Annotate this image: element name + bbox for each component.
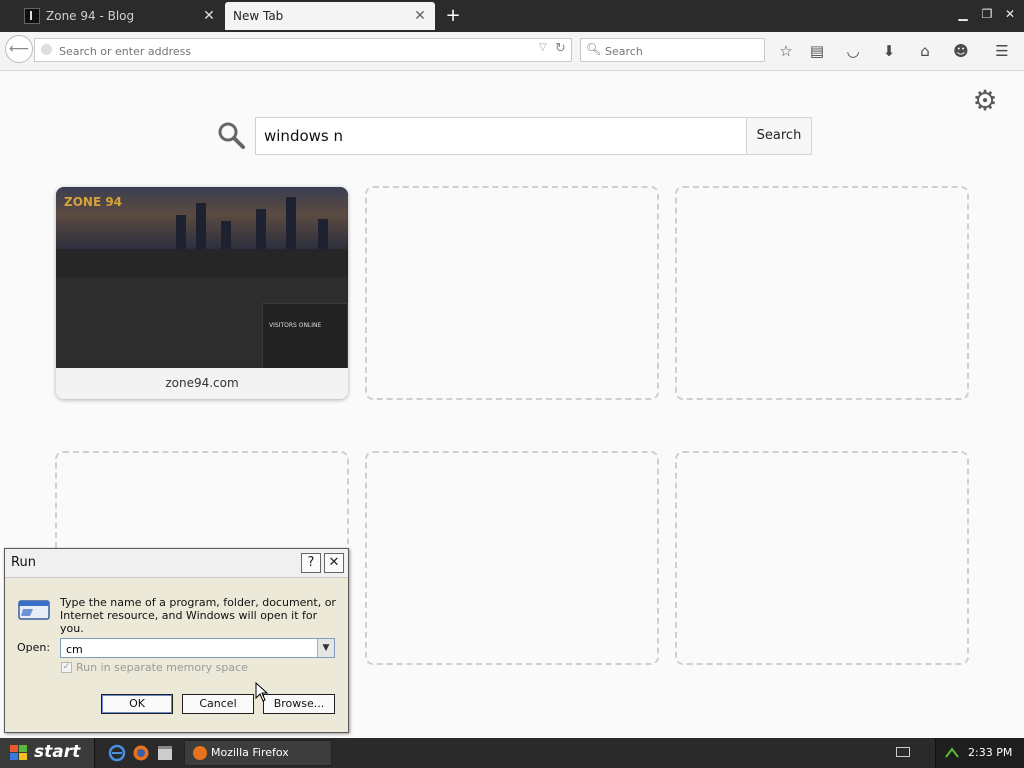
close-tab-icon[interactable]: ✕ xyxy=(202,9,216,23)
thumbnail-side-panel: VISITORS ONLINE xyxy=(262,303,348,369)
open-input[interactable] xyxy=(64,640,316,658)
hello-chat-icon[interactable]: ☻ xyxy=(950,40,972,62)
media-quicklaunch-icon[interactable] xyxy=(156,744,174,762)
newtab-search-button[interactable]: Search xyxy=(746,117,812,155)
nav-toolbar: ⟵ ▽ ↻ 🔍︎ ☆ ▤ ◡ ⬇ ⌂ ☻ ☰ xyxy=(0,32,1024,71)
downloads-icon[interactable]: ⬇ xyxy=(878,40,900,62)
window-close-icon[interactable]: ✕ xyxy=(1000,5,1020,23)
chevron-down-icon[interactable]: ▼ xyxy=(317,639,334,657)
windows-flag-icon xyxy=(10,745,27,760)
run-dialog: Run ? ✕ Type the name of a program, fold… xyxy=(4,548,349,733)
firefox-icon xyxy=(193,746,207,760)
tab-label: Zone 94 - Blog xyxy=(46,9,135,23)
thumbnail-menu-bar xyxy=(56,249,348,277)
start-label: start xyxy=(34,742,81,762)
browse-button[interactable]: Browse... xyxy=(263,694,335,714)
ie-quicklaunch-icon[interactable] xyxy=(108,744,126,762)
separate-memory-label: Run in separate memory space xyxy=(76,661,248,674)
menu-hamburger-icon[interactable]: ☰ xyxy=(991,40,1013,62)
bookmarks-menu-icon[interactable]: ▤ xyxy=(806,40,828,62)
browser-search-input[interactable] xyxy=(603,41,757,61)
address-input[interactable] xyxy=(57,41,531,61)
mouse-cursor-icon xyxy=(255,682,269,702)
newtab-search-input[interactable] xyxy=(256,118,736,154)
tab-new-tab[interactable]: New Tab ✕ xyxy=(225,2,435,30)
minimize-icon[interactable]: ▁ xyxy=(953,5,973,23)
taskbar: start Mozilla Firefox 2:33 PM xyxy=(0,738,1024,768)
help-button[interactable]: ? xyxy=(301,553,321,573)
top-site-empty-slot xyxy=(365,451,659,665)
keyboard-icon[interactable] xyxy=(896,747,910,757)
taskbar-item-firefox[interactable]: Mozilla Firefox xyxy=(184,740,332,766)
thumbnail-panel-heading: VISITORS ONLINE xyxy=(269,322,322,329)
newtab-search-icon xyxy=(218,122,245,149)
home-icon[interactable]: ⌂ xyxy=(914,40,936,62)
top-site-empty-slot xyxy=(675,186,969,400)
top-site-empty-slot xyxy=(675,451,969,665)
tab-zone94-blog[interactable]: Zone 94 - Blog ✕ xyxy=(16,2,224,30)
ok-button[interactable]: OK xyxy=(101,694,173,714)
system-tray: 2:33 PM xyxy=(935,738,1024,768)
tab-strip: Zone 94 - Blog ✕ New Tab ✕ + ▁ ❐ ✕ xyxy=(0,0,1024,32)
separate-memory-checkbox: ✓ xyxy=(61,662,72,673)
firefox-quicklaunch-icon[interactable] xyxy=(132,744,150,762)
tab-label: New Tab xyxy=(233,9,284,23)
pocket-icon[interactable]: ◡ xyxy=(842,40,864,62)
run-program-icon xyxy=(18,600,50,620)
zone94-favicon-icon xyxy=(24,8,40,24)
newtab-search-field[interactable] xyxy=(255,117,747,155)
run-dialog-title: Run xyxy=(11,555,36,570)
site-thumbnail: ZONE 94 VISITORS ONLINE xyxy=(56,187,348,369)
browser-search-bar[interactable]: 🔍︎ xyxy=(580,38,765,62)
back-arrow-icon[interactable]: ⟵ xyxy=(5,35,33,63)
new-tab-plus-icon[interactable]: + xyxy=(443,4,463,28)
history-dropdown-icon[interactable]: ▽ xyxy=(539,42,547,53)
newtab-settings-gear-icon[interactable]: ⚙ xyxy=(970,86,1000,116)
tile-caption: zone94.com xyxy=(56,368,348,399)
site-identity-icon[interactable] xyxy=(41,44,52,55)
search-icon: 🔍︎ xyxy=(586,42,602,56)
reload-icon[interactable]: ↻ xyxy=(555,41,566,56)
taskbar-item-label: Mozilla Firefox xyxy=(211,746,289,759)
address-bar[interactable]: ▽ ↻ xyxy=(34,38,572,62)
thumbnail-logo: ZONE 94 xyxy=(64,195,123,209)
run-dialog-titlebar[interactable]: Run ? ✕ xyxy=(5,549,348,578)
open-label: Open: xyxy=(17,641,51,654)
run-description: Type the name of a program, folder, docu… xyxy=(60,596,336,635)
network-tray-icon[interactable] xyxy=(944,745,960,761)
thumbnail-banner: ZONE 94 xyxy=(56,187,348,249)
run-close-button[interactable]: ✕ xyxy=(324,553,344,573)
top-site-empty-slot xyxy=(365,186,659,400)
open-combobox[interactable]: ▼ xyxy=(60,638,335,658)
close-tab-icon[interactable]: ✕ xyxy=(413,9,427,23)
bookmark-star-icon[interactable]: ☆ xyxy=(775,40,797,62)
cancel-button[interactable]: Cancel xyxy=(182,694,254,714)
restore-icon[interactable]: ❐ xyxy=(977,5,997,23)
top-site-tile-zone94[interactable]: ZONE 94 VISITORS ONLINE zone94.com xyxy=(56,187,348,399)
start-button[interactable]: start xyxy=(0,738,95,768)
clock: 2:33 PM xyxy=(968,746,1013,759)
